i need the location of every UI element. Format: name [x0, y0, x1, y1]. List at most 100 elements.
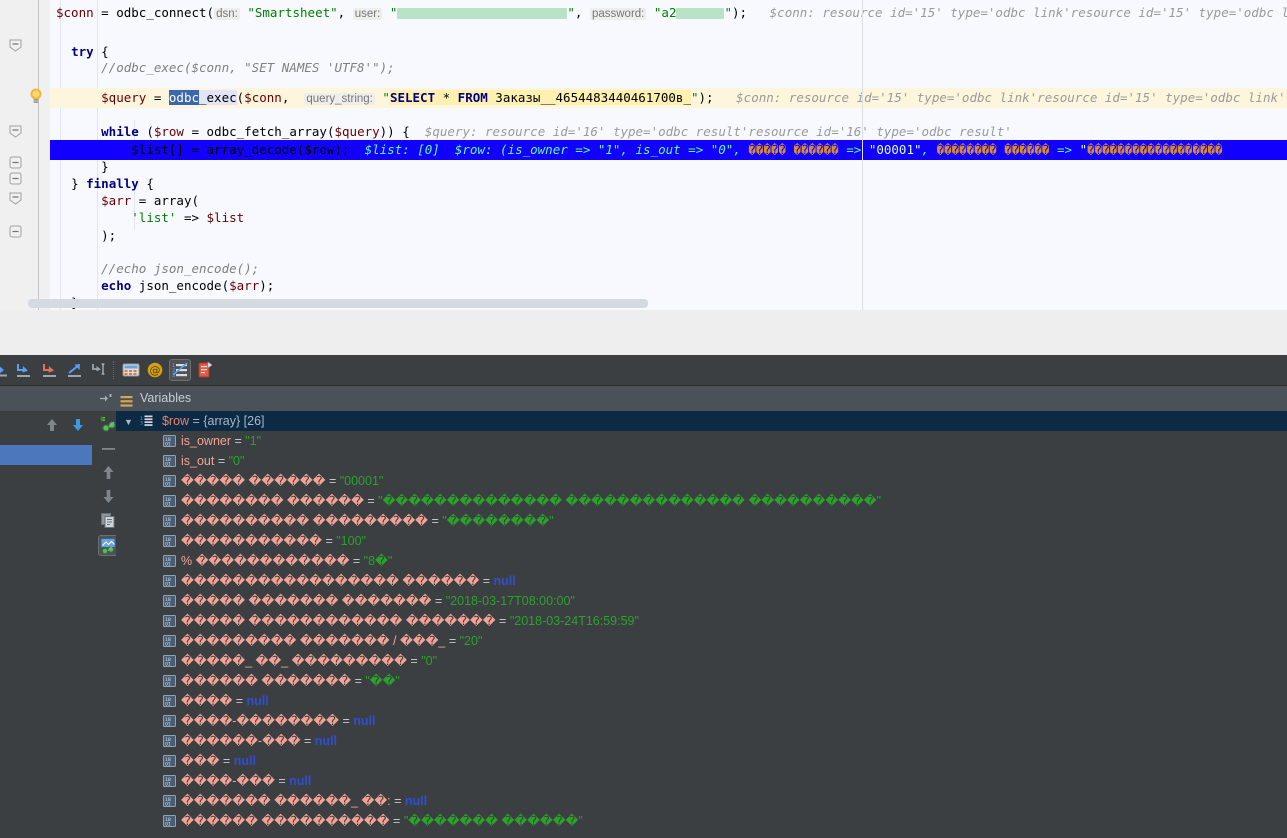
editor-text-area[interactable]: $conn = odbc_connect(dsn: "Smartsheet", …	[50, 0, 1287, 320]
variable-row[interactable]: 18 01 ����������� = "100"	[163, 531, 366, 551]
code-token: (	[221, 278, 230, 293]
code-token: 'list'	[131, 210, 177, 225]
code-line[interactable]: $query = odbc_exec($conn, query_string: …	[50, 88, 1287, 108]
svg-text:01: 01	[165, 561, 171, 567]
variable-row[interactable]: 18 01 ���������� ��������� = "��������"	[163, 511, 554, 531]
variable-equals: =	[214, 454, 229, 468]
variable-row-root[interactable]: ▼ 1 3 $row = {array} [26]	[116, 411, 1287, 431]
code-token: =>	[1049, 142, 1080, 157]
frames-pane[interactable]	[0, 411, 96, 838]
code-token: {	[93, 44, 109, 59]
code-token: odbc_connect	[116, 5, 207, 20]
mute-breakpoints-icon[interactable]: @	[145, 360, 165, 380]
code-token: //odbc_exec($conn, "SET NAMES 'UTF8'");	[101, 60, 395, 75]
step-into-icon[interactable]	[40, 360, 60, 380]
variable-row[interactable]: 18 01 is_out = "0"	[163, 451, 244, 471]
variable-row[interactable]: 18 01 ������ ���������� = "������� �����…	[163, 811, 583, 831]
variable-name: is_out	[181, 454, 215, 468]
step-over-icon[interactable]	[14, 360, 34, 380]
code-line[interactable]: $conn = odbc_connect(dsn: "Smartsheet", …	[50, 3, 1287, 23]
code-line[interactable]: while ($row = odbc_fetch_array($query)) …	[50, 122, 1287, 142]
svg-text:01: 01	[165, 701, 171, 707]
variable-name: ������ ����������	[181, 814, 390, 828]
lightbulb-icon[interactable]	[28, 87, 44, 105]
fold-minus-icon[interactable]	[9, 172, 22, 185]
field-icon: 18 01	[163, 673, 176, 687]
variables-tree[interactable]: ▼ 1 3 $row = {array} [26] 18 01 is_owner…	[116, 411, 1287, 838]
variable-row[interactable]: 18 01 ��� = null	[163, 751, 256, 771]
code-editor[interactable]: $conn = odbc_connect(dsn: "Smartsheet", …	[0, 0, 1287, 320]
variable-row[interactable]: 18 01 ����� ������ = "00001"	[163, 471, 383, 491]
fold-minus-icon[interactable]	[9, 39, 22, 52]
show-execution-point-icon[interactable]	[0, 360, 14, 380]
variable-name: ����-���	[181, 774, 275, 788]
variable-row[interactable]: 18 01 �������� ������ = "�������������� …	[163, 491, 881, 511]
variable-row[interactable]: 18 01 is_owner = "1"	[163, 431, 261, 451]
debugger-toolbar[interactable]: @ 1 2 3	[0, 355, 1287, 386]
svg-text:3: 3	[140, 421, 143, 427]
field-icon: 18 01	[163, 633, 176, 647]
code-token	[397, 8, 568, 19]
settings-view-icon[interactable]: 1 2 3	[169, 359, 191, 381]
variable-row[interactable]: 18 01 ��������� ������� / ���_ = "20"	[163, 631, 482, 651]
editor-bottom-spacer	[0, 310, 1287, 355]
arrow-up-icon[interactable]	[44, 417, 60, 433]
code-token: finally	[86, 176, 139, 191]
fold-minus-icon[interactable]	[9, 225, 22, 238]
variables-icon	[120, 392, 133, 407]
code-line[interactable]: 'list' => $list	[50, 208, 1287, 228]
variable-row[interactable]: 18 01 % ������������ = "8�"	[163, 551, 392, 571]
code-token: }	[101, 159, 109, 174]
fold-minus-icon[interactable]	[9, 156, 22, 169]
frames-nav[interactable]	[0, 411, 95, 439]
fold-minus-icon[interactable]	[9, 125, 22, 138]
field-icon: 18 01	[163, 473, 176, 487]
editor-fold-column[interactable]	[28, 0, 50, 320]
variable-root-content[interactable]: ▼ 1 3 $row = {array} [26]	[124, 411, 265, 431]
svg-text:01: 01	[165, 521, 171, 527]
variable-row[interactable]: 18 01 ����� ������� ������� = "2018-03-1…	[163, 591, 575, 611]
evaluate-expression-icon[interactable]	[121, 360, 141, 380]
code-token: json_encode	[138, 278, 222, 293]
code-token: "	[724, 5, 733, 20]
variable-name: ������-���	[181, 734, 301, 748]
variable-row[interactable]: 18 01 ������� ������_ ��: = null	[163, 791, 427, 811]
code-token: "	[1079, 142, 1088, 157]
variable-row[interactable]: 18 01 ������ ������� = "��"	[163, 671, 400, 691]
code-token: (	[138, 124, 154, 139]
frames-header	[0, 386, 95, 412]
force-step-into-icon[interactable]	[89, 360, 109, 380]
fold-minus-icon[interactable]	[9, 192, 22, 205]
variable-row[interactable]: 18 01 ����-��� = null	[163, 771, 311, 791]
variable-row[interactable]: 18 01 ����� ������������ ������� = "2018…	[163, 611, 639, 631]
variable-row[interactable]: 18 01 ���� = null	[163, 691, 269, 711]
fold-guide-line	[38, 0, 39, 310]
arrow-down-icon[interactable]	[70, 417, 86, 433]
variable-equals: =	[351, 674, 366, 688]
code-line[interactable]: );	[50, 226, 1287, 246]
variable-name: �������� ������	[181, 494, 364, 508]
code-line[interactable]: //odbc_exec($conn, "SET NAMES 'UTF8'");	[50, 58, 1287, 78]
editor-horizontal-scrollbar[interactable]	[28, 299, 648, 308]
code-token: while	[101, 124, 139, 139]
variable-value: "������� ������"	[403, 814, 583, 828]
variables-tabbar[interactable]: Variables	[95, 386, 1287, 412]
variable-name: ����-��������	[181, 714, 339, 728]
step-out-icon[interactable]	[65, 360, 85, 380]
code-token: )) {	[379, 124, 410, 139]
chevron-down-icon[interactable]: ▼	[124, 412, 137, 432]
variable-row[interactable]: 18 01 ������-��� = null	[163, 731, 337, 751]
variable-equals: =	[274, 774, 290, 788]
collapse-panel-icon[interactable]	[99, 392, 113, 405]
variable-row[interactable]: 18 01 ����������������� ������ = null	[163, 571, 516, 591]
variable-row[interactable]: 18 01 �����_ ��_ ��������� = "0"	[163, 651, 437, 671]
tab-variables[interactable]: Variables	[120, 386, 191, 411]
variable-row[interactable]: 18 01 ����-�������� = null	[163, 711, 375, 731]
frame-list-item-selected[interactable]	[0, 445, 92, 465]
code-token: $conn	[56, 5, 94, 20]
code-token: $row	[153, 124, 184, 139]
close-icon[interactable]	[195, 360, 215, 380]
field-icon: 18 01	[163, 553, 176, 567]
